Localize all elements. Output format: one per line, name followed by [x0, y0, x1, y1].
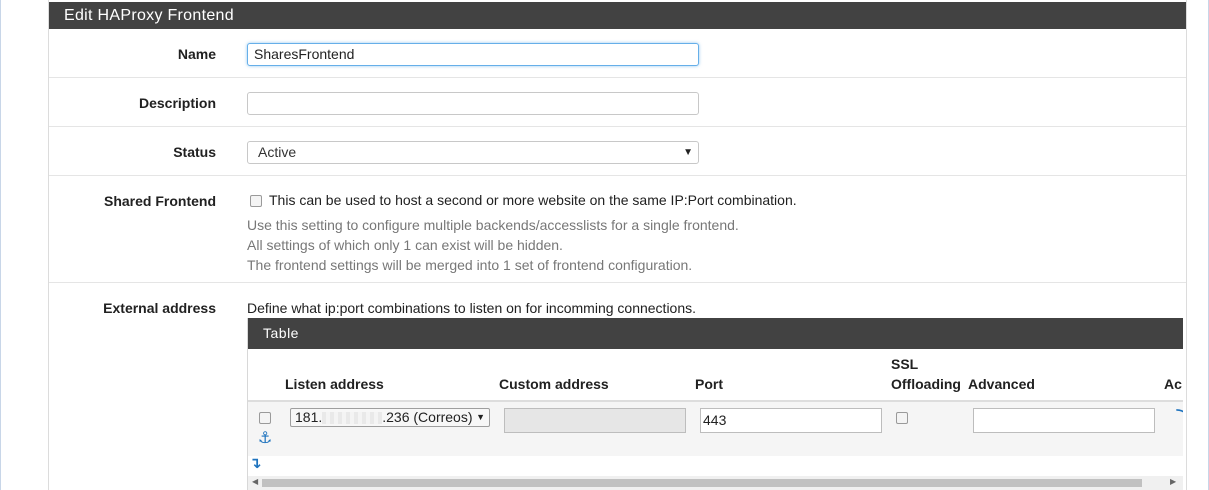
shared-frontend-row: Shared Frontend This can be used to host…	[49, 176, 1186, 283]
edit-frontend-panel: Edit HAProxy Frontend Name SharesFronten…	[48, 0, 1187, 490]
insert-row-icon[interactable]: ↴	[249, 454, 262, 472]
external-address-description: Define what ip:port combinations to list…	[247, 300, 697, 316]
column-action: Ac	[1164, 376, 1182, 392]
table-title: Table	[248, 318, 1183, 349]
description-row: Description	[49, 78, 1186, 127]
status-selected-value: Active	[258, 144, 297, 160]
listen-address-select[interactable]: 181. .236 (Correos) ▼	[290, 408, 490, 427]
anchor-icon[interactable]: ⚓	[258, 428, 272, 448]
name-input[interactable]: SharesFrontend	[247, 43, 699, 66]
shared-frontend-checkbox-label: This can be used to host a second or mor…	[269, 192, 797, 208]
description-label: Description	[138, 95, 216, 111]
external-address-table: Table Listen address Custom address Port…	[247, 318, 1183, 490]
port-input[interactable]: 443	[700, 408, 882, 433]
column-listen-address: Listen address	[285, 376, 384, 392]
scrollbar-thumb[interactable]	[262, 479, 1142, 487]
name-row: Name SharesFrontend	[49, 29, 1186, 78]
status-row: Status Active ▼	[49, 127, 1186, 176]
row-select-checkbox[interactable]	[259, 412, 271, 424]
scroll-left-icon[interactable]: ◀	[252, 477, 258, 486]
description-input[interactable]	[247, 92, 699, 115]
external-address-label: External address	[103, 300, 216, 316]
column-custom-address: Custom address	[499, 376, 609, 392]
chevron-down-icon: ▼	[683, 147, 693, 158]
column-ssl-line1: SSL	[891, 356, 919, 372]
ssl-offloading-checkbox[interactable]	[896, 412, 908, 424]
redacted-mask	[322, 412, 383, 425]
column-ssl-line2: Offloading	[891, 376, 961, 392]
listen-address-suffix: .236 (Correos)	[382, 409, 473, 425]
status-label: Status	[173, 144, 216, 160]
shared-frontend-help-2: All settings of which only 1 can exist w…	[247, 237, 563, 253]
column-port: Port	[695, 376, 723, 392]
horizontal-scrollbar[interactable]: ◀ ▶	[248, 476, 1183, 490]
shared-frontend-checkbox[interactable]	[250, 195, 262, 207]
panel-title: Edit HAProxy Frontend	[49, 2, 1186, 29]
advanced-input[interactable]	[973, 408, 1155, 433]
custom-address-input[interactable]	[504, 408, 686, 433]
chevron-down-icon: ▼	[476, 412, 485, 422]
name-label: Name	[177, 46, 216, 62]
action-icon[interactable]: ⤵	[1176, 406, 1183, 427]
shared-frontend-help-3: The frontend settings will be merged int…	[247, 257, 693, 273]
shared-frontend-label: Shared Frontend	[103, 193, 216, 209]
listen-address-prefix: 181.	[295, 409, 323, 425]
status-select[interactable]: Active ▼	[247, 141, 699, 164]
column-advanced: Advanced	[968, 376, 1035, 392]
shared-frontend-help-1: Use this setting to configure multiple b…	[247, 217, 739, 233]
scroll-right-icon[interactable]: ▶	[1170, 477, 1176, 486]
